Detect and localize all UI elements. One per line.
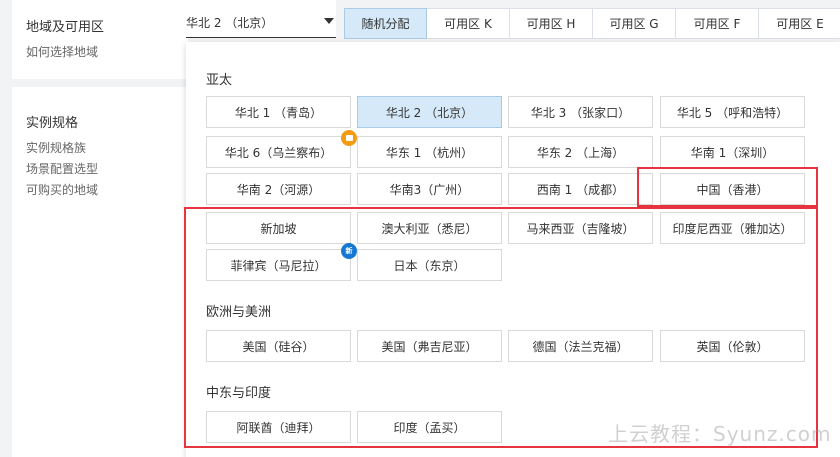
region-option[interactable]: 华东 1 （杭州） (357, 136, 502, 168)
region-option[interactable]: 西南 1 （成都） (508, 173, 653, 205)
region-option[interactable]: 美国（弗吉尼亚） (357, 330, 502, 362)
region-option[interactable]: 中国（香港） (660, 173, 805, 205)
how-to-choose-region-link[interactable]: 如何选择地域 (26, 43, 98, 60)
region-select-value: 华北 2 （北京） (186, 16, 274, 30)
region-option[interactable]: 美国（硅谷） (206, 330, 351, 362)
group-title-asia: 亚太 (206, 73, 233, 88)
watermark: 上云教程：Syunz.com (608, 422, 832, 446)
region-option-selected[interactable]: 华北 2 （北京） (357, 96, 502, 128)
chevron-down-icon[interactable] (324, 18, 334, 24)
region-section-title: 地域及可用区 (26, 20, 105, 35)
promo-badge-icon (341, 130, 357, 146)
zone-tab-f[interactable]: 可用区 F (676, 8, 759, 39)
region-option-label: 菲律宾（马尼拉） (230, 258, 327, 273)
region-option[interactable]: 华北 1 （青岛） (206, 96, 351, 128)
region-option[interactable]: 新加坡 (206, 212, 351, 244)
zone-tab-random[interactable]: 随机分配 (344, 8, 427, 39)
scenario-config-link[interactable]: 场景配置选型 (26, 160, 98, 177)
zone-tab-k[interactable]: 可用区 K (427, 8, 510, 39)
spec-section-title: 实例规格 (26, 116, 79, 131)
region-option[interactable]: 华南 1（深圳） (660, 136, 805, 168)
region-option[interactable]: 阿联酋（迪拜） (206, 411, 351, 443)
region-option[interactable]: 华北 6（乌兰察布） (206, 130, 357, 168)
region-dropdown: 亚太 华北 1 （青岛） 华北 2 （北京） 华北 3 （张家口） 华北 5 （… (186, 42, 840, 457)
region-option[interactable]: 华南3（广州） (357, 173, 502, 205)
region-option[interactable]: 德国（法兰克福） (508, 330, 653, 362)
zone-tab-g[interactable]: 可用区 G (593, 8, 676, 39)
new-badge-icon: 新 (341, 243, 357, 259)
purchasable-regions-link[interactable]: 可购买的地域 (26, 181, 98, 198)
region-option[interactable]: 马来西亚（吉隆坡） (508, 212, 653, 244)
zone-tab-e[interactable]: 可用区 E (759, 8, 840, 39)
region-option[interactable]: 澳大利亚（悉尼） (357, 212, 502, 244)
group-title-europe-america: 欧洲与美洲 (206, 305, 272, 320)
group-title-middle-east-india: 中东与印度 (206, 386, 272, 401)
region-option[interactable]: 印度尼西亚（雅加达） (660, 212, 805, 244)
region-option[interactable]: 华南 2（河源） (206, 173, 351, 205)
region-option[interactable]: 日本（东京） (357, 249, 502, 281)
spec-section-panel: 实例规格 实例规格族 场景配置选型 可购买的地域 (12, 87, 188, 457)
region-option[interactable]: 英国（伦敦） (660, 330, 805, 362)
region-option[interactable]: 印度（孟买） (357, 411, 502, 443)
region-section-panel: 地域及可用区 如何选择地域 (12, 0, 188, 79)
region-option-label: 华北 6（乌兰察布） (224, 145, 333, 160)
region-option[interactable]: 菲律宾（马尼拉） 新 (206, 243, 357, 281)
spec-family-link[interactable]: 实例规格族 (26, 139, 86, 156)
region-option[interactable]: 华东 2 （上海） (508, 136, 653, 168)
region-option[interactable]: 华北 5 （呼和浩特） (660, 96, 805, 128)
region-option[interactable]: 华北 3 （张家口） (508, 96, 653, 128)
region-select[interactable]: 华北 2 （北京） (186, 0, 336, 38)
zone-tab-h[interactable]: 可用区 H (510, 8, 593, 39)
zone-tabs: 随机分配 可用区 K 可用区 H 可用区 G 可用区 F 可用区 E (344, 8, 840, 39)
